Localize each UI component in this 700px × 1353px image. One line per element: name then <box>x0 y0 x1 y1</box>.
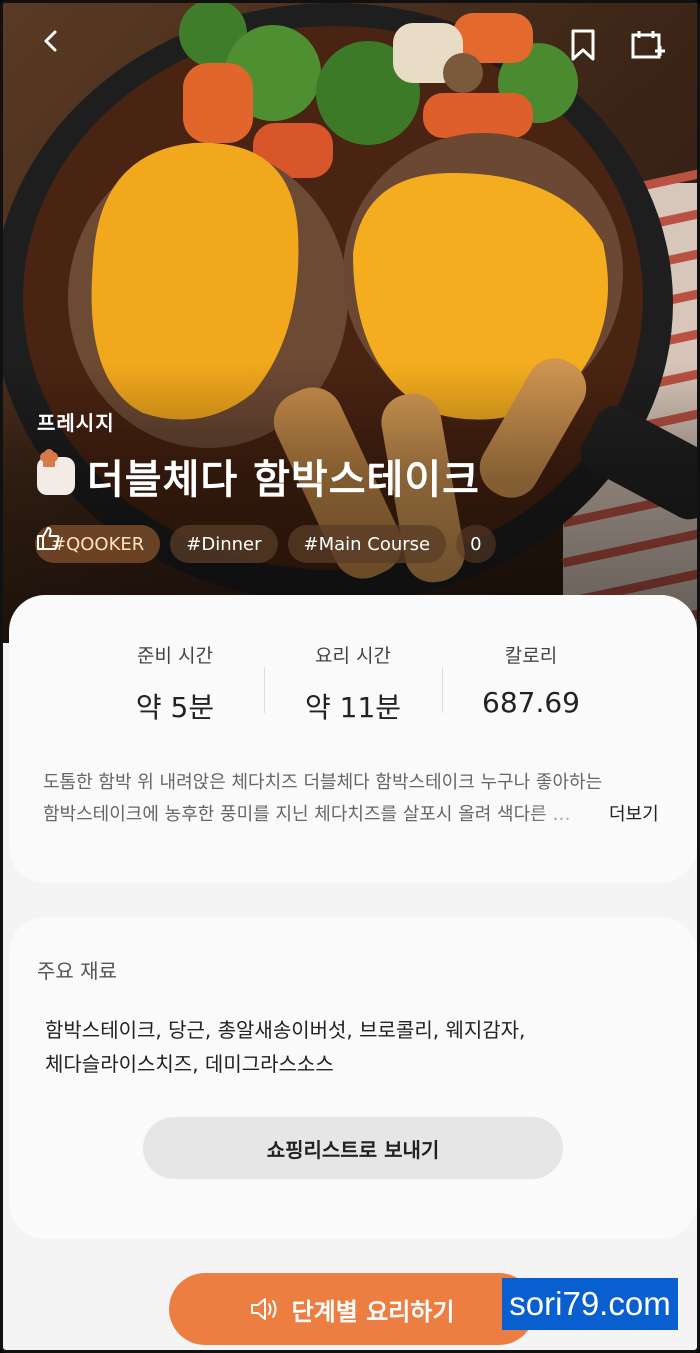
stat-label: 요리 시간 <box>315 645 391 667</box>
stat-calories: 칼로리 687.69 <box>442 641 620 726</box>
step-by-step-cook-label: 단계별 요리하기 <box>291 1297 455 1326</box>
stat-prep-time: 준비 시간 약 5분 <box>86 641 264 726</box>
stat-value: 약 5분 <box>135 691 215 724</box>
description-line: 함박스테이크에 농후한 풍미를 지닌 체다치즈를 살포시 올려 색다른 … <box>43 804 571 825</box>
ingredients-line: 함박스테이크, 당근, 총알새송이버섯, 브로콜리, 웨지감자, <box>45 1018 526 1042</box>
back-button[interactable] <box>39 29 79 69</box>
bookmark-button[interactable] <box>569 29 609 69</box>
stat-value: 687.69 <box>482 686 580 719</box>
recipe-info-card: 준비 시간 약 5분 요리 시간 약 11분 칼로리 687.69 도톰한 함박… <box>9 595 697 883</box>
read-more-link[interactable]: 더보기 <box>609 799 659 831</box>
tag-chip[interactable]: #Main Course <box>287 525 447 563</box>
send-to-shopping-list-button[interactable]: 쇼핑리스트로 보내기 <box>143 1117 563 1179</box>
like-button[interactable]: 0 <box>37 525 496 563</box>
chef-hat-icon <box>37 449 75 495</box>
recipe-description: 도톰한 함박 위 내려앉은 체다치즈 더블체다 함박스테이크 누구나 좋아하는 … <box>43 767 603 831</box>
stat-value: 약 11분 <box>304 691 402 724</box>
tag-list: #QOOKER #Dinner #Main Course 0 <box>35 525 496 563</box>
step-by-step-cook-button[interactable]: 단계별 요리하기 <box>169 1273 535 1345</box>
recipe-title-row: 더블체다 함박스테이크 <box>37 447 480 505</box>
recipe-hero-image: 프레시지 더블체다 함박스테이크 #QOOKER #Dinner #Main C… <box>3 3 697 643</box>
ingredients-card: 주요 재료 함박스테이크, 당근, 총알새송이버섯, 브로콜리, 웨지감자, 체… <box>9 917 697 1239</box>
add-to-calendar-button[interactable] <box>631 29 671 69</box>
speaker-icon <box>250 1298 277 1320</box>
tag-chip[interactable]: #Dinner <box>170 525 278 563</box>
description-line: 도톰한 함박 위 내려앉은 체다치즈 더블체다 함박스테이크 누구나 좋아하는 <box>43 772 603 793</box>
ingredients-list: 함박스테이크, 당근, 총알새송이버섯, 브로콜리, 웨지감자, 체다슬라이스치… <box>45 1013 655 1081</box>
description-fade <box>529 799 609 831</box>
like-count: 0 <box>470 533 482 555</box>
recipe-brand: 프레시지 <box>37 411 115 435</box>
bookmark-icon <box>571 29 595 61</box>
stat-label: 칼로리 <box>504 645 558 667</box>
recipe-title: 더블체다 함박스테이크 <box>87 457 480 503</box>
stat-label: 준비 시간 <box>137 645 213 667</box>
ingredients-title: 주요 재료 <box>37 959 117 983</box>
calendar-add-icon <box>631 31 665 59</box>
chevron-left-icon <box>44 30 57 52</box>
recipe-stats: 준비 시간 약 5분 요리 시간 약 11분 칼로리 687.69 <box>9 641 697 726</box>
ingredients-line: 체다슬라이스치즈, 데미그라스소스 <box>45 1052 334 1076</box>
watermark: sori79.com <box>502 1278 678 1330</box>
thumbs-up-icon <box>37 527 60 550</box>
app-screen: 프레시지 더블체다 함박스테이크 #QOOKER #Dinner #Main C… <box>0 0 700 1353</box>
stat-cook-time: 요리 시간 약 11분 <box>264 641 442 726</box>
